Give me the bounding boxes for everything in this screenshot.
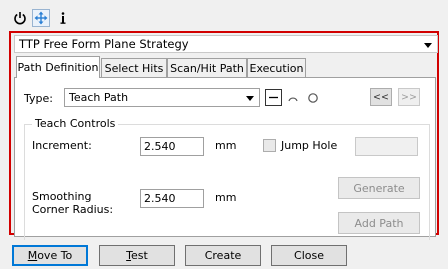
- smoothing-radius-value: 2.540: [144, 192, 176, 205]
- jump-hole-input[interactable]: [355, 137, 418, 156]
- jump-hole-label: Jump Hole: [281, 139, 338, 152]
- tab-label: Path Definition: [17, 61, 99, 74]
- move-to-label-rest: ove To: [37, 249, 73, 262]
- increment-input[interactable]: 2.540: [140, 137, 204, 156]
- arc-shape-icon: [288, 97, 298, 102]
- add-path-label: Add Path: [354, 216, 404, 230]
- generate-button[interactable]: Generate: [338, 177, 420, 199]
- close-button[interactable]: Close: [271, 245, 347, 266]
- smoothing-label-line2: Corner Radius:: [32, 203, 114, 216]
- chevron-down-icon: [424, 43, 432, 48]
- move-to-mnemonic: M: [27, 249, 38, 262]
- test-label: Test: [126, 249, 148, 262]
- move-button[interactable]: [32, 9, 50, 27]
- type-select[interactable]: Teach Path: [64, 88, 260, 107]
- next-button[interactable]: >>: [398, 88, 420, 106]
- line-shape-icon: [269, 96, 278, 99]
- tab-execution[interactable]: Execution: [247, 58, 306, 77]
- previous-label: <<: [373, 91, 389, 103]
- next-label: >>: [401, 91, 417, 103]
- close-label: Close: [294, 249, 324, 262]
- generate-label: Generate: [353, 181, 405, 195]
- create-label: Create: [204, 249, 242, 262]
- tab-select-hits[interactable]: Select Hits: [101, 58, 167, 77]
- test-button[interactable]: Test: [99, 245, 175, 266]
- increment-unit: mm: [215, 139, 237, 152]
- create-button[interactable]: Create: [185, 245, 261, 266]
- power-button[interactable]: [11, 9, 29, 27]
- jump-hole-checkbox[interactable]: [263, 139, 276, 152]
- move-arrows-icon: [34, 11, 48, 25]
- smoothing-label-line1: Smoothing: [32, 190, 92, 203]
- power-icon: [14, 12, 26, 25]
- previous-button[interactable]: <<: [370, 88, 392, 106]
- smoothing-label: Smoothing Corner Radius:: [32, 190, 113, 216]
- strategy-select-value: TTP Free Form Plane Strategy: [19, 37, 189, 51]
- move-to-label: Move To: [28, 249, 73, 262]
- smoothing-radius-input[interactable]: 2.540: [140, 189, 204, 208]
- type-select-value: Teach Path: [69, 91, 129, 104]
- tab-path-definition[interactable]: Path Definition: [16, 56, 100, 78]
- line-shape-button[interactable]: [265, 89, 282, 106]
- teach-controls-title: Teach Controls: [32, 117, 119, 130]
- tab-label: Execution: [249, 61, 304, 75]
- info-button[interactable]: [54, 9, 72, 27]
- increment-value: 2.540: [144, 140, 176, 153]
- info-icon: [60, 12, 66, 24]
- circle-shape-icon: [308, 93, 318, 103]
- circle-shape-button[interactable]: [305, 90, 321, 106]
- move-to-button[interactable]: Move To: [12, 245, 88, 266]
- increment-label: Increment:: [32, 139, 92, 152]
- tab-label: Select Hits: [104, 61, 164, 75]
- tab-label: Scan/Hit Path: [170, 61, 244, 75]
- add-path-button[interactable]: Add Path: [338, 212, 420, 234]
- type-label: Type:: [24, 92, 53, 105]
- smoothing-unit: mm: [215, 191, 237, 204]
- tab-scan-hit-path[interactable]: Scan/Hit Path: [167, 58, 247, 77]
- strategy-select[interactable]: TTP Free Form Plane Strategy: [14, 35, 438, 53]
- test-label-rest: est: [131, 249, 148, 262]
- chevron-down-icon: [246, 96, 254, 101]
- arc-shape-button[interactable]: [285, 90, 301, 106]
